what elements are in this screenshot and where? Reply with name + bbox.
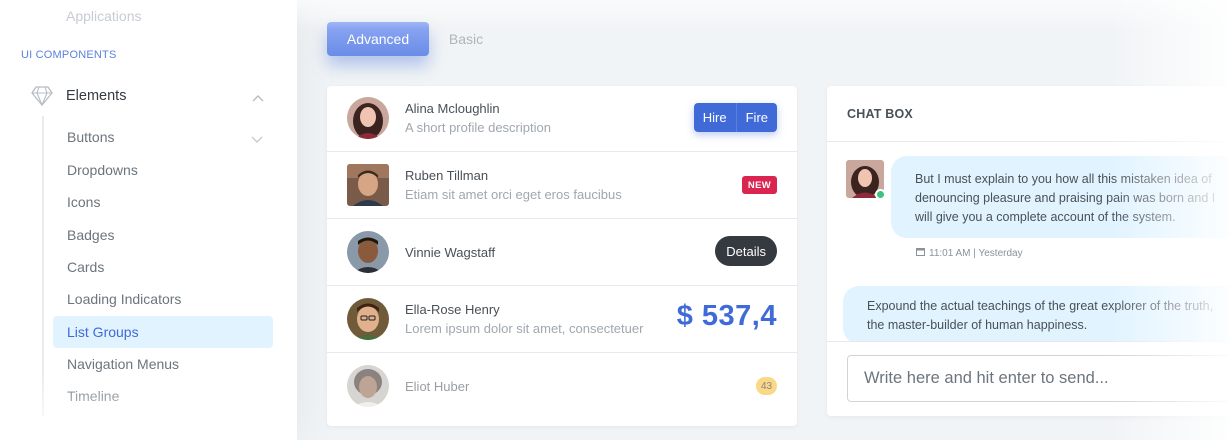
chat-message-input[interactable] (847, 355, 1229, 402)
sidebar-item-badges[interactable]: Badges (53, 219, 273, 251)
sidebar-item-label: Buttons (67, 129, 115, 145)
list-item-name: Ella-Rose Henry (405, 302, 500, 317)
sidebar-item-navigation-menus[interactable]: Navigation Menus (53, 348, 273, 380)
diamond-icon (28, 85, 56, 107)
sidebar-item-label: Icons (67, 194, 101, 210)
chat-message-incoming: But I must explain to you how all this m… (891, 156, 1229, 238)
list-item-name: Eliot Huber (405, 379, 470, 394)
sidebar-item-label: Timeline (67, 388, 120, 404)
tab-advanced[interactable]: Advanced (327, 22, 429, 56)
sidebar-item-dropdowns[interactable]: Dropdowns (53, 154, 273, 186)
list-item: Ella-Rose Henry Lorem ipsum dolor sit am… (327, 286, 797, 353)
list-item: Ruben Tillman Etiam sit amet orci eget e… (327, 152, 797, 219)
avatar (347, 298, 389, 340)
sidebar-item-label: Elements (66, 88, 127, 104)
sidebar-item-label: List Groups (67, 324, 139, 340)
hire-button[interactable]: Hire (693, 103, 736, 132)
sidebar-item-label: Loading Indicators (67, 291, 182, 307)
list-item-description: Etiam sit amet orci eget eros faucibus (405, 187, 622, 202)
chevron-down-icon (251, 131, 263, 147)
message-timestamp: 11:01 AM | Yesterday (916, 247, 1023, 259)
sidebar-section-title: UI COMPONENTS (21, 49, 117, 61)
list-item: Eliot Huber 43 (327, 353, 797, 420)
list-item-name: Alina Mcloughlin (405, 101, 500, 116)
fire-button[interactable]: Fire (735, 103, 777, 132)
sidebar-item-label: Badges (67, 227, 115, 243)
sidebar-item-label: Cards (67, 259, 105, 275)
chat-footer (827, 341, 1229, 416)
sidebar-item-loading-indicators[interactable]: Loading Indicators (53, 283, 273, 315)
sidebar-item-list-groups[interactable]: List Groups (53, 316, 273, 348)
list-group-card: Alina Mcloughlin A short profile descrip… (327, 86, 797, 426)
sidebar-item-timeline[interactable]: Timeline (53, 380, 273, 412)
chat-box-card: CHAT BOX But I must explain to you how a… (827, 86, 1229, 416)
sidebar-item-label: Navigation Menus (67, 356, 180, 372)
sidebar-item-buttons[interactable]: Buttons (53, 121, 273, 153)
amount-value: $ 537,4 (676, 300, 777, 332)
chevron-up-icon (252, 89, 264, 107)
tab-basic[interactable]: Basic (436, 22, 496, 56)
action-button-group: Hire Fire (693, 103, 777, 132)
list-item-name: Vinnie Wagstaff (405, 245, 496, 260)
sidebar-item-cards[interactable]: Cards (53, 251, 273, 283)
sidebar-item-applications[interactable]: Applications (66, 8, 142, 24)
avatar (347, 164, 389, 206)
sidebar-item-icons[interactable]: Icons (53, 186, 273, 218)
sidebar-submenu-line (42, 116, 44, 416)
avatar (347, 231, 389, 273)
chat-message-outgoing: Expound the actual teachings of the grea… (843, 286, 1229, 344)
list-item-description: Lorem ipsum dolor sit amet, consectetuer (405, 321, 644, 336)
list-item: Vinnie Wagstaff Details (327, 219, 797, 286)
sidebar: Applications UI COMPONENTS Elements Butt… (0, 0, 297, 440)
list-item-name: Ruben Tillman (405, 168, 489, 183)
list-item: Alina Mcloughlin A short profile descrip… (327, 86, 797, 152)
chat-title: CHAT BOX (847, 106, 913, 121)
avatar (347, 365, 389, 407)
message-time-text: 11:01 AM | Yesterday (929, 247, 1023, 259)
details-button[interactable]: Details (715, 236, 777, 266)
sidebar-item-elements[interactable]: Elements (28, 80, 274, 112)
calendar-icon (916, 247, 925, 259)
new-badge: NEW (741, 176, 777, 194)
avatar (347, 97, 389, 139)
chat-header: CHAT BOX (827, 86, 1229, 142)
list-item-description: A short profile description (405, 120, 551, 135)
online-status-indicator (875, 189, 886, 200)
count-badge: 43 (756, 377, 777, 395)
sidebar-item-label: Dropdowns (67, 162, 138, 178)
